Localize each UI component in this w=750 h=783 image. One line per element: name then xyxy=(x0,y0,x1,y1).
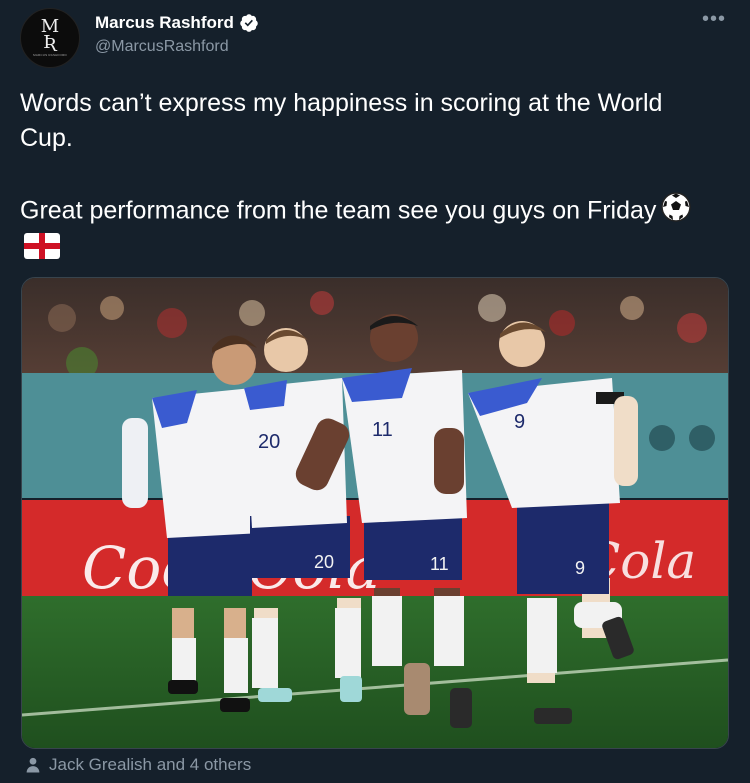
avatar-caption: MARCUS RASHFORD xyxy=(33,53,67,57)
shorts-number-9: 9 xyxy=(575,558,585,578)
display-name[interactable]: Marcus Rashford xyxy=(95,13,234,33)
shorts-number-11: 11 xyxy=(430,554,449,574)
jersey-number-9: 9 xyxy=(514,411,525,433)
soccer-ball-icon xyxy=(660,191,692,233)
user-handle[interactable]: @MarcusRashford xyxy=(95,38,229,56)
verified-badge-icon xyxy=(240,14,258,32)
name-row: Marcus Rashford xyxy=(95,13,259,33)
jersey-number-20: 20 xyxy=(258,431,280,453)
shorts-number-20: 20 xyxy=(314,552,334,572)
tweet-body: Words can’t express my happiness in scor… xyxy=(20,89,663,225)
jersey-number-11: 11 xyxy=(372,419,393,441)
england-flag-icon xyxy=(24,233,60,269)
tweet-photo[interactable]: Coca-Cola Cola 2 xyxy=(21,277,729,749)
avatar-monogram: MƦ xyxy=(40,16,60,53)
tagged-users-label: Jack Grealish and 4 others xyxy=(49,755,252,774)
avatar[interactable]: MƦ MARCUS RASHFORD xyxy=(20,8,80,68)
football-celebration-photo: Coca-Cola Cola 2 xyxy=(22,278,728,748)
more-options-icon[interactable]: ••• xyxy=(702,8,726,31)
tweet-text: Words can’t express my happiness in scor… xyxy=(20,86,720,269)
tagged-users[interactable]: Jack Grealish and 4 others xyxy=(24,755,251,775)
person-icon xyxy=(26,757,40,773)
